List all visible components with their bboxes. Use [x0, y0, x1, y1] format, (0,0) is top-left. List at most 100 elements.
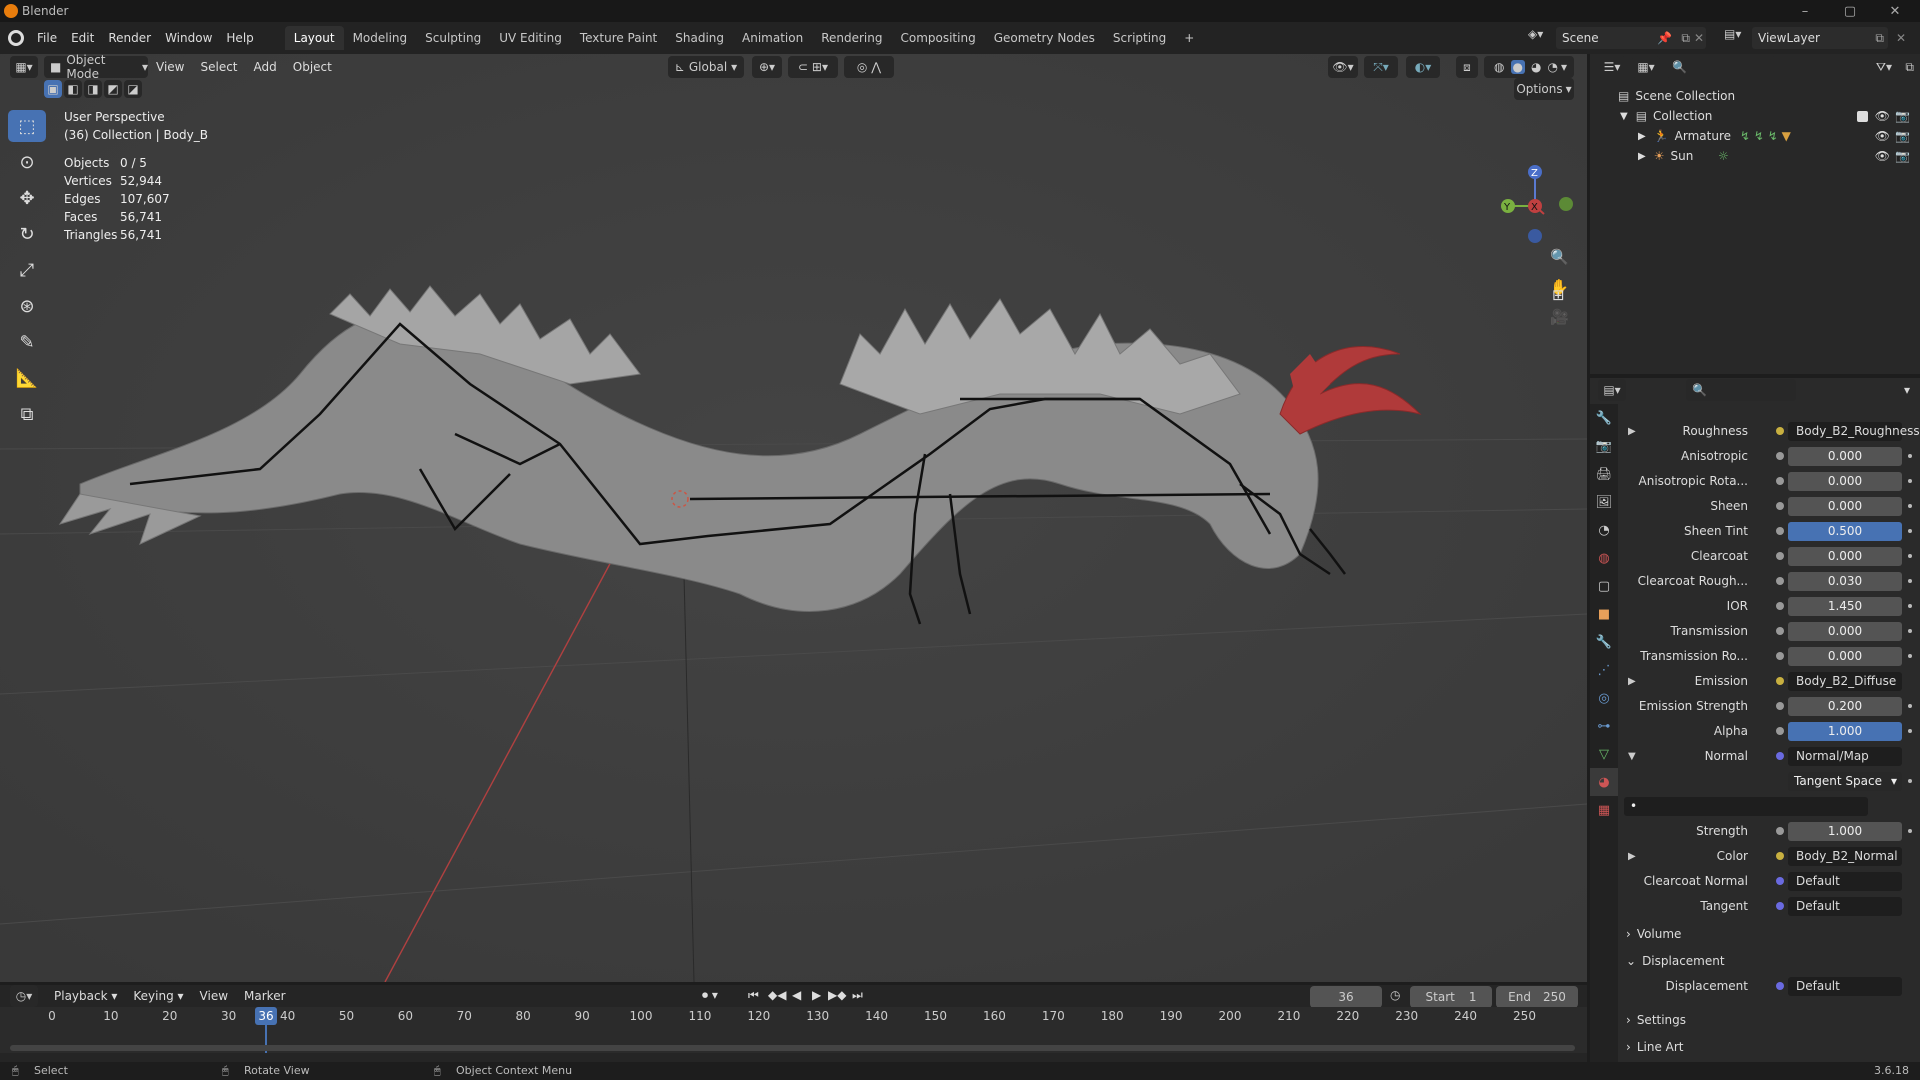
- visibility-icon[interactable]: 👁▾: [1328, 56, 1358, 78]
- blender-menu-icon[interactable]: [8, 30, 24, 46]
- display-mode-icon[interactable]: ▦▾: [1632, 56, 1660, 78]
- gizmo-toggle-icon[interactable]: ⤧▾: [1364, 56, 1398, 78]
- section-line-art[interactable]: › Line Art: [1626, 1036, 1920, 1058]
- modifier-tab-icon[interactable]: 🔧: [1590, 628, 1618, 656]
- tab-geometry-nodes[interactable]: Geometry Nodes: [985, 26, 1104, 50]
- xray-toggle-icon[interactable]: ⧈: [1456, 56, 1478, 78]
- camera-view-icon[interactable]: 🎥: [1550, 308, 1569, 326]
- render-camera-icon[interactable]: 📷: [1895, 129, 1910, 143]
- data-tab-icon[interactable]: ▽: [1590, 740, 1618, 768]
- section-settings[interactable]: › Settings: [1626, 1009, 1920, 1031]
- emission-texture-field[interactable]: Body_B2_Diffuse: [1788, 671, 1902, 691]
- ortho-toggle-icon[interactable]: ⊞: [1552, 286, 1565, 304]
- clearcoat-normal-field[interactable]: Default: [1788, 871, 1902, 891]
- sheen-tint-field[interactable]: 0.500: [1788, 521, 1902, 541]
- transform-tool-icon[interactable]: ⊛: [8, 290, 46, 322]
- expand-icon[interactable]: ▶: [1628, 426, 1636, 437]
- displacement-field[interactable]: Default: [1788, 976, 1902, 996]
- chevron-down-icon[interactable]: ▾: [1561, 60, 1567, 74]
- material-tab-icon[interactable]: ◕: [1590, 768, 1618, 796]
- timeline-menu-keying[interactable]: Keying ▾: [125, 989, 191, 1003]
- timeline-editor-type-icon[interactable]: ◷▾: [10, 985, 38, 1007]
- expand-icon[interactable]: ▶: [1628, 676, 1636, 687]
- rotate-tool-icon[interactable]: ↻: [8, 218, 46, 250]
- render-camera-icon[interactable]: 📷: [1895, 109, 1910, 123]
- scene-tab-icon[interactable]: ◔: [1590, 516, 1618, 544]
- annotate-tool-icon[interactable]: ✎: [8, 326, 46, 358]
- tab-animation[interactable]: Animation: [733, 26, 812, 50]
- scene-browse-icon[interactable]: ◈▾: [1528, 27, 1543, 41]
- render-camera-icon[interactable]: 📷: [1895, 149, 1910, 163]
- close-window-button[interactable]: ✕: [1880, 0, 1910, 22]
- maximize-button[interactable]: ▢: [1835, 0, 1865, 22]
- tab-layout[interactable]: Layout: [284, 26, 344, 50]
- normal-color-texture-field[interactable]: Body_B2_Normal: [1788, 846, 1902, 866]
- select-subtract-icon[interactable]: ◨: [84, 80, 102, 98]
- outliner-collection[interactable]: ▼ ▤ Collection 👁 📷: [1590, 106, 1920, 126]
- play-button[interactable]: ▶: [812, 988, 821, 1002]
- select-new-icon[interactable]: ▣: [44, 80, 62, 98]
- editor-type-icon[interactable]: ▦▾: [10, 56, 38, 78]
- mode-selector[interactable]: ■ Object Mode ▾: [44, 54, 148, 81]
- proportional-editing-icon[interactable]: ◎ ⋀: [844, 56, 894, 78]
- menu-edit[interactable]: Edit: [64, 27, 101, 49]
- pivot-point-icon[interactable]: ⊕▾: [752, 56, 782, 78]
- snap-icon[interactable]: ⊂ ⊞▾: [788, 56, 838, 78]
- rendered-shading-icon[interactable]: ◔: [1547, 60, 1557, 74]
- normal-map-field[interactable]: Normal/Map: [1788, 746, 1902, 766]
- options-dropdown[interactable]: Options ▾: [1514, 78, 1574, 100]
- outliner-editor-type-icon[interactable]: ☰▾: [1598, 56, 1626, 78]
- tool-tab-icon[interactable]: 🔧: [1590, 404, 1618, 432]
- timeline-menu-view[interactable]: View: [192, 989, 236, 1003]
- collection-tab-icon[interactable]: ▢: [1590, 572, 1618, 600]
- tab-texture-paint[interactable]: Texture Paint: [571, 26, 666, 50]
- menu-window[interactable]: Window: [158, 27, 219, 49]
- new-collection-icon[interactable]: ⧉: [1905, 60, 1914, 75]
- tab-uv-editing[interactable]: UV Editing: [490, 26, 571, 50]
- new-view-layer-icon[interactable]: ⧉: [1875, 31, 1884, 46]
- transform-orientation-selector[interactable]: ⊾ Global ▾: [668, 56, 744, 78]
- tangent-space-dropdown[interactable]: Tangent Space ▾: [1788, 771, 1902, 791]
- navigation-gizmo[interactable]: Z Y X 🔍 ✋ 🎥: [1480, 108, 1580, 338]
- current-frame-field[interactable]: 36: [1310, 986, 1382, 1008]
- object-tab-icon[interactable]: ■: [1590, 600, 1618, 628]
- menu-file[interactable]: File: [30, 27, 64, 49]
- end-frame-field[interactable]: End 250: [1496, 986, 1578, 1008]
- anisotropic-rotation-field[interactable]: 0.000: [1788, 471, 1902, 491]
- output-tab-icon[interactable]: 🖨: [1590, 460, 1618, 488]
- alpha-field[interactable]: 1.000: [1788, 721, 1902, 741]
- properties-editor-type-icon[interactable]: ▤▾: [1598, 379, 1626, 401]
- world-tab-icon[interactable]: ◍: [1590, 544, 1618, 572]
- exclude-checkbox[interactable]: [1857, 110, 1868, 122]
- wireframe-shading-icon[interactable]: ◍: [1494, 60, 1504, 74]
- visibility-eye-icon[interactable]: 👁: [1875, 129, 1890, 143]
- visibility-eye-icon[interactable]: 👁: [1875, 149, 1890, 163]
- outliner-scene-collection[interactable]: ▤ Scene Collection: [1590, 86, 1920, 106]
- anisotropic-field[interactable]: 0.000: [1788, 446, 1902, 466]
- chevron-right-icon[interactable]: ▶: [1638, 151, 1646, 162]
- material-shading-icon[interactable]: ◕: [1531, 60, 1541, 74]
- view-layer-tab-icon[interactable]: 🖼: [1590, 488, 1618, 516]
- 3d-viewport[interactable]: ▦▾ ■ Object Mode ▾ View Select Add Objec…: [0, 54, 1587, 982]
- cursor-tool-icon[interactable]: ⊙: [8, 146, 46, 178]
- texture-tab-icon[interactable]: ▦: [1590, 796, 1618, 824]
- sheen-field[interactable]: 0.000: [1788, 496, 1902, 516]
- ior-field[interactable]: 1.450: [1788, 596, 1902, 616]
- zoom-icon[interactable]: 🔍: [1550, 248, 1569, 266]
- viewport-menu-view[interactable]: View: [148, 60, 192, 74]
- start-frame-field[interactable]: Start 1: [1410, 986, 1492, 1008]
- normal-strength-field[interactable]: 1.000: [1788, 821, 1902, 841]
- timeline-menu-playback[interactable]: Playback ▾: [46, 989, 125, 1003]
- minimize-button[interactable]: –: [1790, 0, 1820, 22]
- view-layer-browse-icon[interactable]: ▤▾: [1724, 27, 1741, 41]
- timeline-ruler[interactable]: 0 10 20 30 40 50 60 70 80 90 100 110 120 130 140 150 160…: [0, 1007, 1587, 1053]
- jump-end-button[interactable]: ⏭: [852, 988, 863, 1003]
- pin-icon[interactable]: 📌: [1657, 31, 1672, 45]
- render-tab-icon[interactable]: 📷: [1590, 432, 1618, 460]
- menu-render[interactable]: Render: [101, 27, 158, 49]
- roughness-texture-field[interactable]: Body_B2_Roughness.png: [1788, 421, 1920, 441]
- filter-icon[interactable]: ⛛▾: [1876, 60, 1892, 75]
- tangent-field[interactable]: Default: [1788, 896, 1902, 916]
- delete-scene-icon[interactable]: ✕: [1694, 31, 1704, 45]
- new-scene-icon[interactable]: ⧉: [1681, 31, 1690, 46]
